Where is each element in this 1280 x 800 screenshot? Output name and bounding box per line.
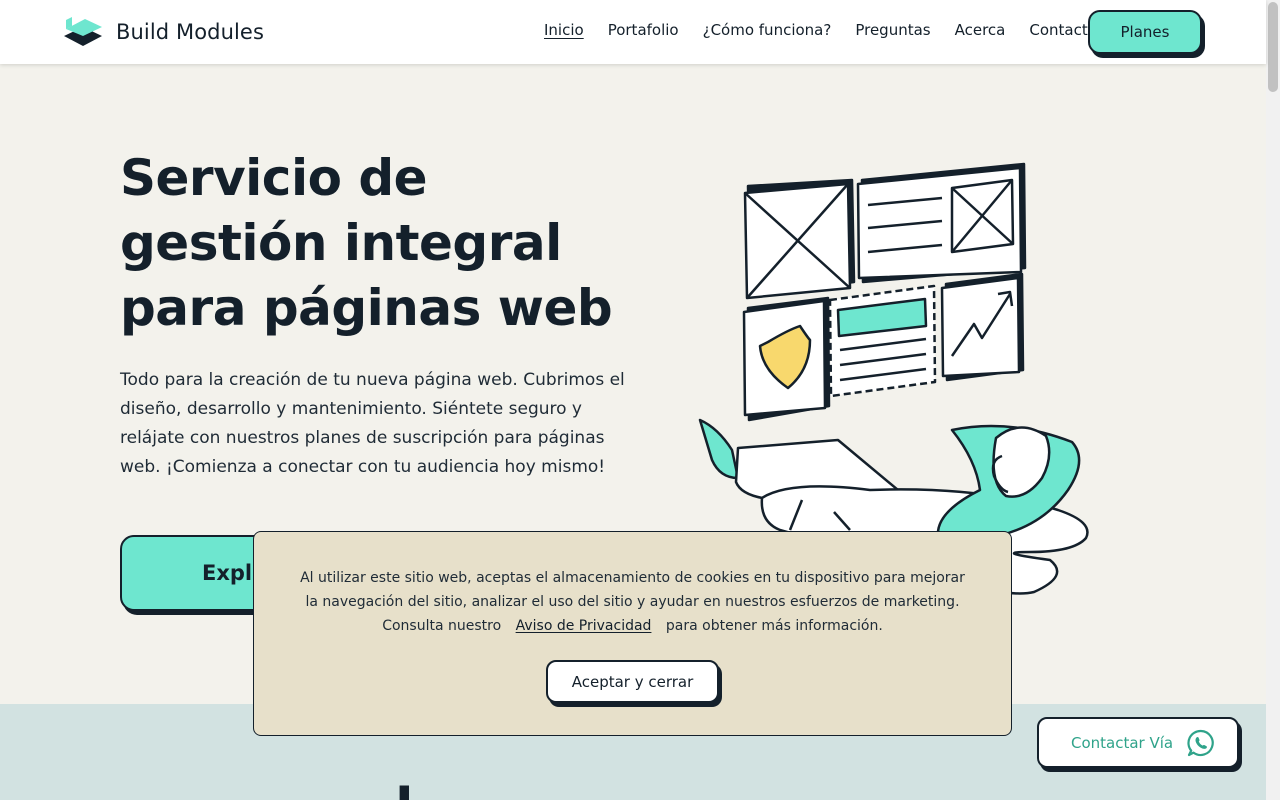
logo-icon [64, 17, 102, 46]
cookie-text: Al utilizar este sitio web, aceptas el a… [298, 566, 967, 638]
privacy-link[interactable]: Aviso de Privacidad [516, 618, 652, 634]
accept-close-button[interactable]: Aceptar y cerrar [546, 660, 719, 703]
lower-section-heading: L [395, 776, 427, 800]
hero-description: Todo para la creación de tu nueva página… [120, 370, 625, 477]
scrollbar-thumb[interactable] [1268, 2, 1278, 92]
nav-link-inicio[interactable]: Inicio [544, 21, 584, 39]
nav-link-contacto[interactable]: Contacto [1029, 21, 1097, 39]
whatsapp-contact-button[interactable]: Contactar Vía [1037, 717, 1239, 768]
hero-title: Servicio de gestión integral para página… [120, 149, 613, 337]
whatsapp-contact-label: Contactar Vía [1071, 733, 1174, 752]
cookie-banner: Al utilizar este sitio web, aceptas el a… [253, 531, 1012, 736]
brand-logo[interactable]: Build Modules [62, 16, 264, 48]
main-nav: Inicio Portafolio ¿Cómo funciona? Pregun… [544, 21, 1121, 39]
whatsapp-icon [1187, 729, 1214, 757]
nav-link-como-funciona[interactable]: ¿Cómo funciona? [703, 21, 832, 39]
site-header: Build Modules Inicio Portafolio ¿Cómo fu… [0, 0, 1266, 64]
page-scrollbar[interactable] [1266, 0, 1280, 800]
nav-link-acerca[interactable]: Acerca [955, 21, 1006, 39]
cookie-text-after: para obtener más información. [665, 618, 883, 634]
plans-button[interactable]: Planes [1088, 10, 1202, 54]
nav-link-preguntas[interactable]: Preguntas [855, 21, 930, 39]
nav-link-portafolio[interactable]: Portafolio [608, 21, 679, 39]
brand-name: Build Modules [116, 20, 264, 44]
